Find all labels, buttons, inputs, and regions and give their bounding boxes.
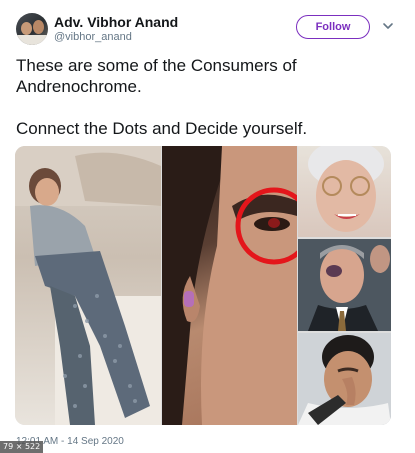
avatar-shirt — [16, 35, 48, 45]
tweet-text-line: Connect the Dots and Decide yourself. — [16, 119, 308, 138]
avatar[interactable] — [16, 13, 48, 45]
avatar-face-right — [33, 20, 44, 34]
media-collage[interactable] — [15, 146, 391, 425]
author-name[interactable]: Adv. Vibhor Anand — [54, 14, 178, 30]
photo-face-closeup[interactable] — [162, 146, 297, 425]
follow-button[interactable]: Follow — [296, 15, 370, 39]
photo-elderly-woman-drawing — [308, 146, 384, 232]
chevron-down-icon[interactable] — [382, 20, 394, 32]
photo-man-touching-nose-drawing — [298, 333, 391, 425]
photo-woman-on-bed[interactable] — [15, 146, 161, 425]
tweet-header: Adv. Vibhor Anand @vibhor_anand Follow — [16, 12, 401, 52]
photo-elderly-woman[interactable] — [298, 146, 391, 237]
tweet-text-line: These are some of the Consumers of — [16, 56, 297, 75]
tweet-text-line: Andrenochrome. — [16, 77, 142, 96]
photo-man-touching-nose[interactable] — [298, 333, 391, 425]
author-handle[interactable]: @vibhor_anand — [54, 31, 132, 43]
avatar-face-left — [21, 22, 32, 35]
photo-man-bruised-eye-drawing — [298, 239, 391, 331]
image-dimension-badge: 79 × 522 — [0, 441, 44, 453]
photo-man-bruised-eye[interactable] — [298, 239, 391, 331]
photo-woman-on-bed-drawing — [15, 146, 161, 425]
tweet-text: These are some of the Consumers of Andre… — [16, 55, 396, 139]
photo-face-closeup-drawing — [162, 146, 297, 425]
